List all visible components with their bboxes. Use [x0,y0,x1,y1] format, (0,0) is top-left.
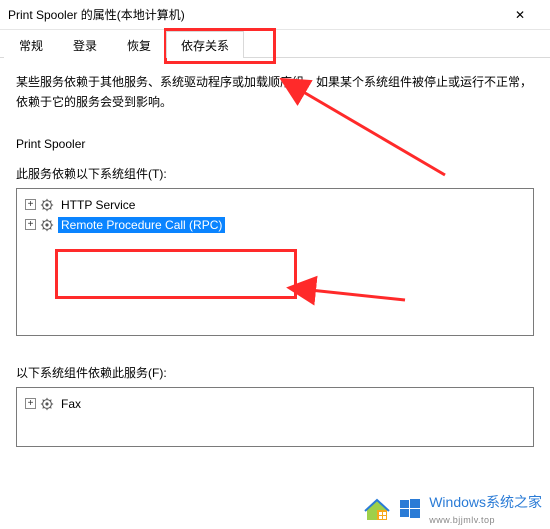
watermark: Windows系统之家 www.bjjmlv.top [0,489,550,529]
watermark-url: www.bjjmlv.top [429,515,495,525]
tab-logon[interactable]: 登录 [58,31,112,58]
gear-icon [40,198,54,212]
tab-general[interactable]: 常规 [4,31,58,58]
tab-strip: 常规 登录 恢复 依存关系 [0,30,550,58]
tab-dependencies[interactable]: 依存关系 [166,31,244,58]
depends-on-tree[interactable]: + HTTP Service + Remote Procedure Call (… [16,188,534,336]
close-button[interactable]: ✕ [500,8,540,22]
expander-icon[interactable]: + [25,199,36,210]
expander-icon[interactable]: + [25,219,36,230]
tree-node-label: HTTP Service [58,197,138,213]
service-name: Print Spooler [16,137,534,151]
watermark-brand-en: Windows [429,494,486,510]
window-title: Print Spooler 的属性(本地计算机) [8,6,185,23]
tab-recovery[interactable]: 恢复 [112,31,166,58]
depends-on-label: 此服务依赖以下系统组件(T): [16,165,534,182]
house-icon [363,496,391,522]
gear-icon [40,397,54,411]
tree-node-label-selected: Remote Procedure Call (RPC) [58,217,225,233]
expander-icon[interactable]: + [25,398,36,409]
dependents-tree[interactable]: + Fax [16,387,534,447]
watermark-text: Windows系统之家 www.bjjmlv.top [429,492,542,526]
tree-node-fax[interactable]: + Fax [23,394,527,414]
description-text: 某些服务依赖于其他服务、系统驱动程序或加载顺序组。如果某个系统组件被停止或运行不… [16,72,534,113]
title-bar: Print Spooler 的属性(本地计算机) ✕ [0,0,550,30]
windows-logo-icon [399,498,421,520]
tree-node-rpc[interactable]: + Remote Procedure Call (RPC) [23,215,527,235]
dependencies-pane: 某些服务依赖于其他服务、系统驱动程序或加载顺序组。如果某个系统组件被停止或运行不… [0,58,550,447]
gear-icon [40,218,54,232]
tree-node-label: Fax [58,396,84,412]
dependents-label: 以下系统组件依赖此服务(F): [16,364,534,381]
watermark-brand-cn: 系统之家 [486,494,542,510]
tree-node-http-service[interactable]: + HTTP Service [23,195,527,215]
